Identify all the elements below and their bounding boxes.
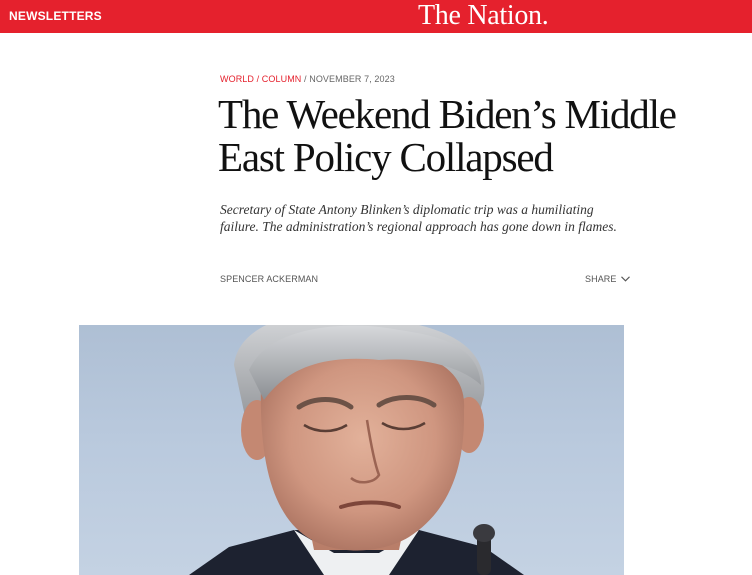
chevron-down-icon <box>620 276 630 282</box>
article-dek: Secretary of State Antony Blinken’s dipl… <box>220 202 617 234</box>
share-label: SHARE <box>585 274 617 284</box>
hero-photo <box>79 325 624 575</box>
share-button[interactable]: SHARE <box>585 274 630 284</box>
headline-line-2: East Policy Collapsed <box>218 134 554 180</box>
site-logo[interactable]: The Nation. <box>418 1 549 31</box>
headline-line-1: The Weekend Biden’s Middle <box>218 91 677 137</box>
newsletters-link[interactable]: NEWSLETTERS <box>9 9 102 23</box>
section-link[interactable]: WORLD / COLUMN <box>220 74 301 84</box>
author-byline[interactable]: SPENCER ACKERMAN <box>220 274 318 284</box>
article-date: NOVEMBER 7, 2023 <box>309 74 395 84</box>
article-headline: The Weekend Biden’s Middle East Policy C… <box>218 93 738 179</box>
hero-photo-illustration <box>189 325 524 575</box>
article-meta: WORLD / COLUMN / NOVEMBER 7, 2023 <box>220 74 395 84</box>
site-header: NEWSLETTERS The Nation. <box>0 0 752 33</box>
